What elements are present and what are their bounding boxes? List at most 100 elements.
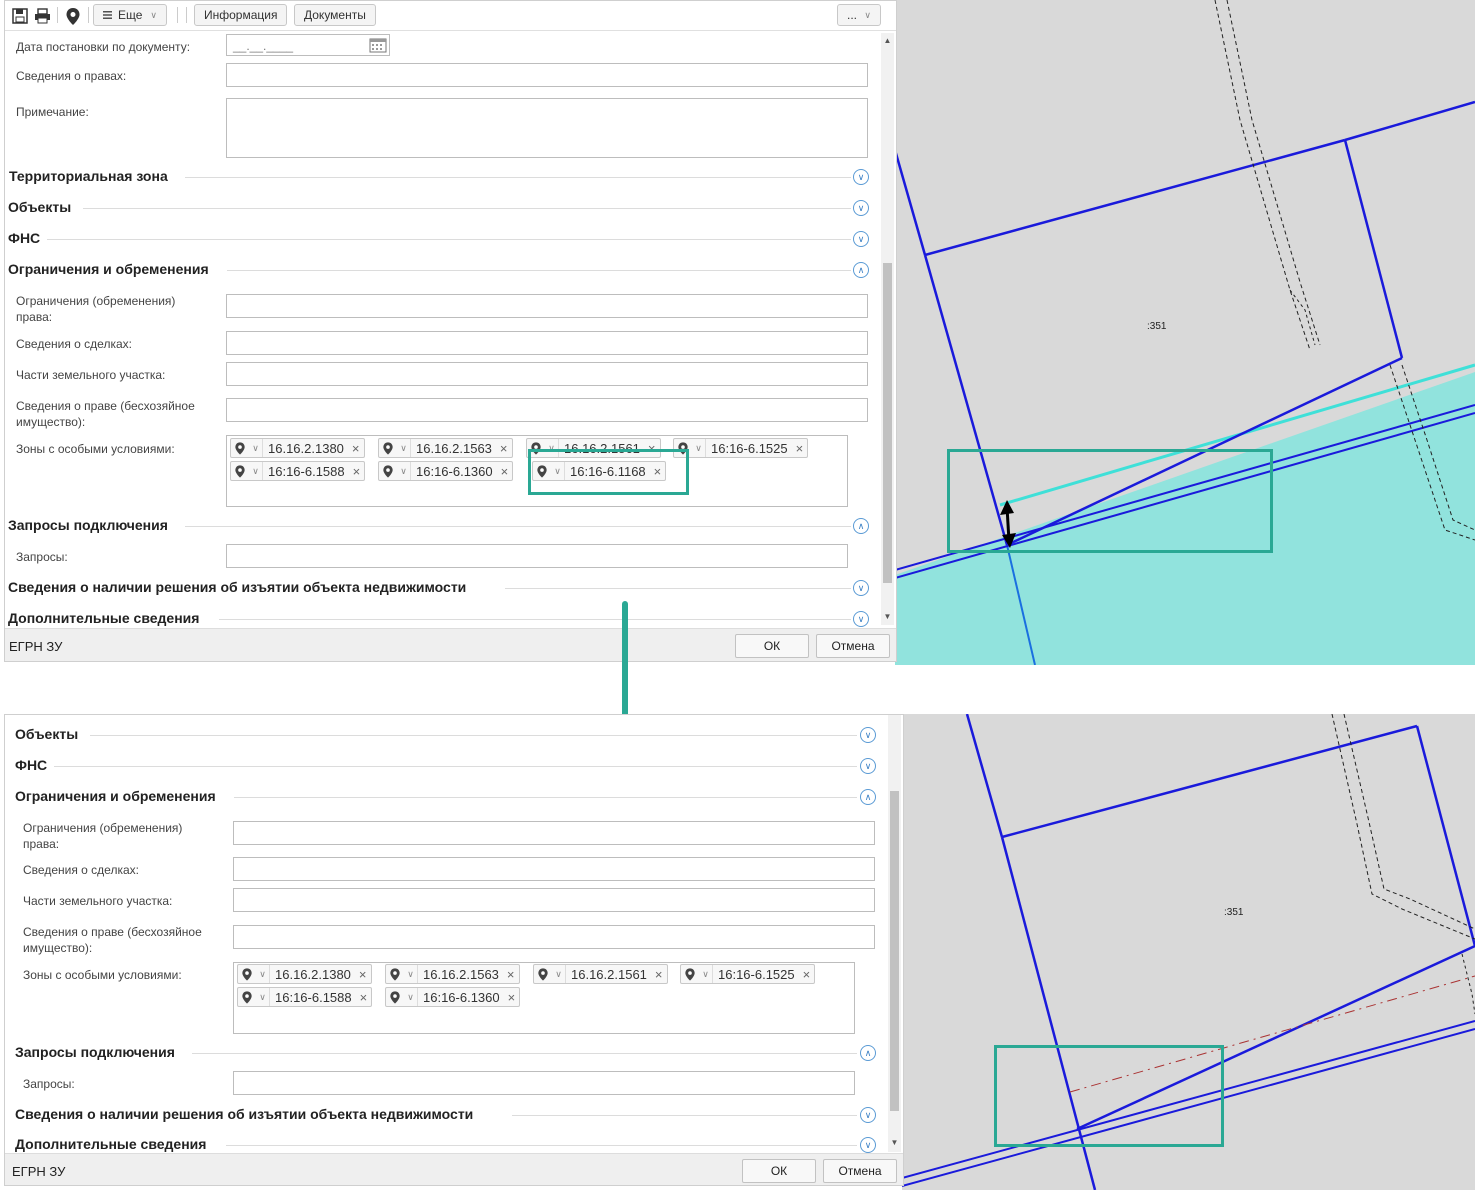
deals-field[interactable] [233,857,875,881]
scrollbar[interactable]: ▲ ▼ [881,33,894,625]
scroll-down-icon[interactable]: ▼ [888,1137,901,1149]
map-pin-icon[interactable] [63,5,83,27]
map-pin-icon[interactable] [386,990,404,1004]
map-pin-icon[interactable] [238,967,256,981]
scroll-down-icon[interactable]: ▼ [881,611,894,623]
chevron-down-icon[interactable]: ∨ [256,988,270,1006]
save-icon[interactable] [10,5,30,27]
requests-field[interactable] [226,544,848,568]
rights-field[interactable] [226,63,868,87]
cancel-button[interactable]: Отмена [816,634,890,658]
deals-field[interactable] [226,331,868,355]
section-restrictions[interactable]: Ограничения и обременения [8,261,209,277]
section-seizure[interactable]: Сведения о наличии решения об изъятии об… [15,1106,473,1122]
zone-tag[interactable]: ∨ 16:16-6.1525 × [680,964,816,984]
section-fns[interactable]: ФНС [15,757,47,773]
map-pin-icon[interactable] [534,967,552,981]
collapse-icon[interactable]: ∧ [860,1045,876,1061]
parts-field[interactable] [233,888,875,912]
expand-icon[interactable]: ∨ [853,580,869,596]
zone-tag[interactable]: ∨ 16:16-6.1360 × [378,461,514,481]
doc-date-field[interactable]: __.__.____ [226,34,390,56]
chevron-down-icon[interactable]: ∨ [699,965,713,983]
remove-icon[interactable]: × [503,967,519,982]
section-seizure[interactable]: Сведения о наличии решения об изъятии об… [8,579,466,595]
remove-icon[interactable]: × [356,990,372,1005]
remove-icon[interactable]: × [799,967,815,982]
map-pin-icon[interactable] [238,990,256,1004]
note-textarea[interactable] [226,98,868,158]
calendar-icon[interactable] [369,37,387,56]
chevron-down-icon[interactable]: ∨ [404,988,418,1006]
zone-tag[interactable]: ∨ 16.16.2.1563 × [385,964,520,984]
chevron-down-icon[interactable]: ∨ [397,462,411,480]
ownerless-field[interactable] [226,398,868,422]
zone-tag[interactable]: ∨ 16:16-6.1360 × [385,987,521,1007]
section-objects[interactable]: Объекты [15,726,78,742]
chevron-down-icon[interactable]: ∨ [692,439,706,457]
ok-button[interactable]: ОК [735,634,809,658]
collapse-icon[interactable]: ∧ [853,262,869,278]
remove-icon[interactable]: × [651,967,667,982]
map-pin-icon[interactable] [386,967,404,981]
chevron-down-icon[interactable]: ∨ [249,462,263,480]
expand-icon[interactable]: ∨ [853,169,869,185]
overflow-menu-button[interactable]: ... ∨ [837,4,881,26]
remove-icon[interactable]: × [355,967,371,982]
expand-icon[interactable]: ∨ [860,1137,876,1153]
map-view-top[interactable]: :351 [895,0,1475,665]
section-territorial-zone[interactable]: Территориальная зона [9,168,168,184]
section-restrictions[interactable]: Ограничения и обременения [15,788,216,804]
remove-icon[interactable]: × [497,464,513,479]
collapse-icon[interactable]: ∧ [853,518,869,534]
chevron-down-icon[interactable]: ∨ [249,439,263,457]
ownerless-field[interactable] [233,925,875,949]
map-pin-icon[interactable] [681,967,699,981]
info-button[interactable]: Информация [194,4,288,26]
section-requests[interactable]: Запросы подключения [15,1044,175,1060]
zone-tag[interactable]: ∨ 16.16.2.1380 × [237,964,372,984]
chevron-down-icon[interactable]: ∨ [256,965,270,983]
expand-icon[interactable]: ∨ [860,758,876,774]
remove-icon[interactable]: × [348,441,364,456]
expand-icon[interactable]: ∨ [853,231,869,247]
map-pin-icon[interactable] [379,464,397,478]
cancel-button[interactable]: Отмена [823,1159,897,1183]
zone-tag[interactable]: ∨ 16:16-6.1588 × [230,461,366,481]
chevron-down-icon[interactable]: ∨ [397,439,411,457]
remove-icon[interactable]: × [349,464,365,479]
requests-field[interactable] [233,1071,855,1095]
scroll-up-icon[interactable]: ▲ [881,35,894,47]
restrictions-field[interactable] [226,294,868,318]
section-additional[interactable]: Дополнительные сведения [15,1136,206,1152]
collapse-icon[interactable]: ∧ [860,789,876,805]
section-requests[interactable]: Запросы подключения [8,517,168,533]
expand-icon[interactable]: ∨ [860,727,876,743]
parts-field[interactable] [226,362,868,386]
expand-icon[interactable]: ∨ [860,1107,876,1123]
expand-icon[interactable]: ∨ [853,611,869,627]
section-objects[interactable]: Объекты [8,199,71,215]
scrollbar[interactable]: ▼ [888,715,901,1152]
section-fns[interactable]: ФНС [8,230,40,246]
zone-tag[interactable]: ∨ 16.16.2.1561 × [533,964,668,984]
more-menu-button[interactable]: Еще ∨ [93,4,167,26]
map-pin-icon[interactable] [231,464,249,478]
map-pin-icon[interactable] [379,441,397,455]
scrollbar-thumb[interactable] [890,791,899,1111]
remove-icon[interactable]: × [504,990,520,1005]
map-pin-icon[interactable] [231,441,249,455]
documents-button[interactable]: Документы [294,4,376,26]
scrollbar-thumb[interactable] [883,263,892,583]
zone-tag[interactable]: ∨ 16:16-6.1588 × [237,987,373,1007]
ok-button[interactable]: ОК [742,1159,816,1183]
remove-icon[interactable]: × [496,441,512,456]
zone-tag[interactable]: ∨ 16:16-6.1525 × [673,438,809,458]
remove-icon[interactable]: × [792,441,808,456]
section-additional[interactable]: Дополнительные сведения [8,610,199,626]
map-view-bottom[interactable]: :351 [902,714,1475,1190]
restrictions-field[interactable] [233,821,875,845]
expand-icon[interactable]: ∨ [853,200,869,216]
chevron-down-icon[interactable]: ∨ [552,965,566,983]
zone-tag[interactable]: ∨ 16.16.2.1380 × [230,438,365,458]
